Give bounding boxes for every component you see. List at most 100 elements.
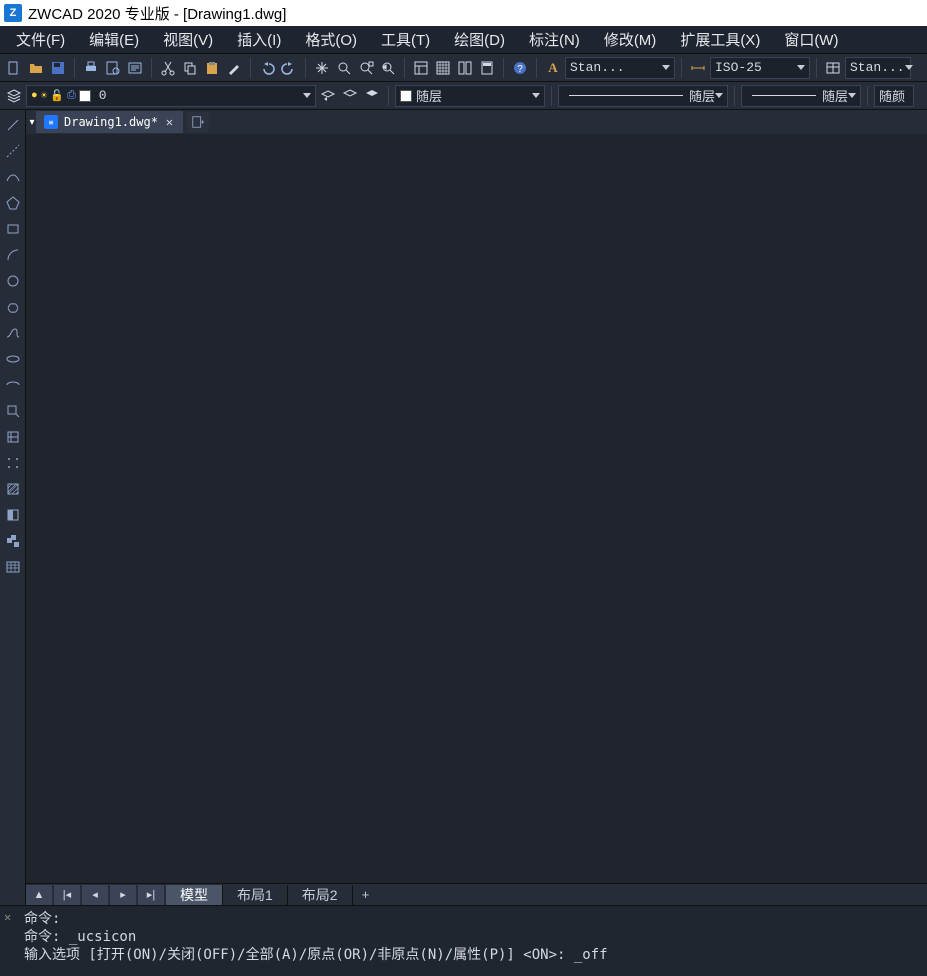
tool-palettes-icon[interactable] (455, 58, 475, 78)
print-preview-icon[interactable] (103, 58, 123, 78)
polyline-tool-icon[interactable] (2, 166, 24, 188)
layer-previous-icon[interactable] (318, 86, 338, 106)
design-center-icon[interactable] (433, 58, 453, 78)
color-dropdown[interactable]: 随层 (395, 85, 545, 107)
menu-window[interactable]: 窗口(W) (772, 25, 850, 54)
title-bar: Z ZWCAD 2020 专业版 - [Drawing1.dwg] (0, 0, 927, 26)
tab-next-icon[interactable]: ▸ (110, 885, 136, 905)
layer-freeze-icon: ☀ (41, 89, 48, 103)
text-style-dropdown[interactable]: Stan... (565, 57, 675, 79)
plotstyle-dropdown[interactable]: 随颜 (874, 85, 914, 107)
rectangle-tool-icon[interactable] (2, 218, 24, 240)
layer-isolate-icon[interactable] (340, 86, 360, 106)
ellipse-tool-icon[interactable] (2, 348, 24, 370)
make-block-icon[interactable] (2, 426, 24, 448)
dim-style-icon[interactable] (688, 58, 708, 78)
table-style-value: Stan... (850, 60, 905, 75)
layer-dropdown[interactable]: ● ☀ 🔓 ⎙ 0 (26, 85, 316, 107)
command-history[interactable]: 命令: 命令: _ucsicon 输入选项 [打开(ON)/关闭(OFF)/全部… (24, 910, 921, 964)
layout-tab-model[interactable]: 模型 (166, 885, 223, 905)
dim-style-value: ISO-25 (715, 60, 762, 75)
menu-extras[interactable]: 扩展工具(X) (668, 25, 772, 54)
layer-color-swatch (79, 90, 91, 102)
insert-block-icon[interactable] (2, 400, 24, 422)
menu-view[interactable]: 视图(V) (151, 25, 225, 54)
point-tool-icon[interactable] (2, 452, 24, 474)
publish-icon[interactable] (125, 58, 145, 78)
drawing-canvas[interactable] (26, 134, 927, 883)
table-tool-icon[interactable] (2, 556, 24, 578)
dim-style-dropdown[interactable]: ISO-25 (710, 57, 810, 79)
table-style-icon[interactable] (823, 58, 843, 78)
lineweight-sample-icon (752, 95, 816, 96)
plotstyle-value: 随颜 (879, 86, 905, 105)
dwg-icon: ≡ (44, 115, 58, 129)
app-logo-icon: Z (4, 4, 22, 22)
pan-icon[interactable] (312, 58, 332, 78)
menu-file[interactable]: 文件(F) (4, 25, 77, 54)
arc-tool-icon[interactable] (2, 244, 24, 266)
cmd-line-3: 输入选项 [打开(ON)/关闭(OFF)/全部(A)/原点(OR)/非原点(N)… (24, 946, 921, 964)
copy-icon[interactable] (180, 58, 200, 78)
layout-tab-layout2[interactable]: 布局2 (288, 885, 353, 905)
match-properties-icon[interactable] (224, 58, 244, 78)
revcloud-tool-icon[interactable] (2, 296, 24, 318)
tab-prev-icon[interactable]: ◂ (82, 885, 108, 905)
menu-draw[interactable]: 绘图(D) (442, 25, 517, 54)
ellipse-arc-tool-icon[interactable] (2, 374, 24, 396)
linetype-dropdown[interactable]: 随层 (558, 85, 728, 107)
calculator-icon[interactable] (477, 58, 497, 78)
close-tab-icon[interactable]: ✕ (164, 115, 175, 129)
layer-plot-icon: ⎙ (67, 90, 76, 102)
zoom-window-icon[interactable] (356, 58, 376, 78)
circle-tool-icon[interactable] (2, 270, 24, 292)
cmd-line-2: 命令: _ucsicon (24, 928, 921, 946)
layer-manager-icon[interactable] (4, 86, 24, 106)
layer-on-icon: ● (31, 90, 38, 102)
document-tab[interactable]: ≡ Drawing1.dwg* ✕ (36, 111, 183, 133)
menu-dimension[interactable]: 标注(N) (517, 25, 592, 54)
close-commandline-icon[interactable]: ✕ (4, 910, 18, 924)
layout-add-icon[interactable]: + (353, 885, 379, 905)
spline-tool-icon[interactable] (2, 322, 24, 344)
toolbar-standard: ? A Stan... ISO-25 Stan... (0, 54, 927, 82)
menu-insert[interactable]: 插入(I) (225, 25, 293, 54)
menu-edit[interactable]: 编辑(E) (77, 25, 151, 54)
save-icon[interactable] (48, 58, 68, 78)
table-style-dropdown[interactable]: Stan... (845, 57, 911, 79)
cmd-line-1: 命令: (24, 910, 921, 928)
chevron-down-icon (532, 93, 540, 98)
paste-icon[interactable] (202, 58, 222, 78)
region-tool-icon[interactable] (2, 530, 24, 552)
window-title: ZWCAD 2020 专业版 - [Drawing1.dwg] (28, 3, 286, 24)
undo-icon[interactable] (257, 58, 277, 78)
layer-walk-icon[interactable] (362, 86, 382, 106)
text-style-icon[interactable]: A (543, 58, 563, 78)
print-icon[interactable] (81, 58, 101, 78)
main-area: ▾ ≡ Drawing1.dwg* ✕ ▲ |◂ ◂ ▸ ▸| 模型 布局1 布… (26, 110, 927, 905)
toolbar-draw (0, 110, 26, 905)
lineweight-dropdown[interactable]: 随层 (741, 85, 861, 107)
zoom-previous-icon[interactable] (378, 58, 398, 78)
menu-format[interactable]: 格式(O) (293, 25, 369, 54)
redo-icon[interactable] (279, 58, 299, 78)
properties-icon[interactable] (411, 58, 431, 78)
help-icon[interactable]: ? (510, 58, 530, 78)
new-file-icon[interactable] (4, 58, 24, 78)
tab-up-icon[interactable]: ▲ (26, 885, 52, 905)
tab-first-icon[interactable]: |◂ (54, 885, 80, 905)
menu-modify[interactable]: 修改(M) (592, 25, 669, 54)
construction-line-icon[interactable] (2, 140, 24, 162)
polygon-tool-icon[interactable] (2, 192, 24, 214)
cut-icon[interactable] (158, 58, 178, 78)
line-tool-icon[interactable] (2, 114, 24, 136)
tab-last-icon[interactable]: ▸| (138, 885, 164, 905)
zoom-realtime-icon[interactable] (334, 58, 354, 78)
menu-tools[interactable]: 工具(T) (369, 25, 442, 54)
gradient-tool-icon[interactable] (2, 504, 24, 526)
new-document-tab-icon[interactable] (187, 112, 209, 132)
open-file-icon[interactable] (26, 58, 46, 78)
layout-tab-layout1[interactable]: 布局1 (223, 885, 288, 905)
workspace: ▾ ≡ Drawing1.dwg* ✕ ▲ |◂ ◂ ▸ ▸| 模型 布局1 布… (0, 110, 927, 905)
hatch-tool-icon[interactable] (2, 478, 24, 500)
